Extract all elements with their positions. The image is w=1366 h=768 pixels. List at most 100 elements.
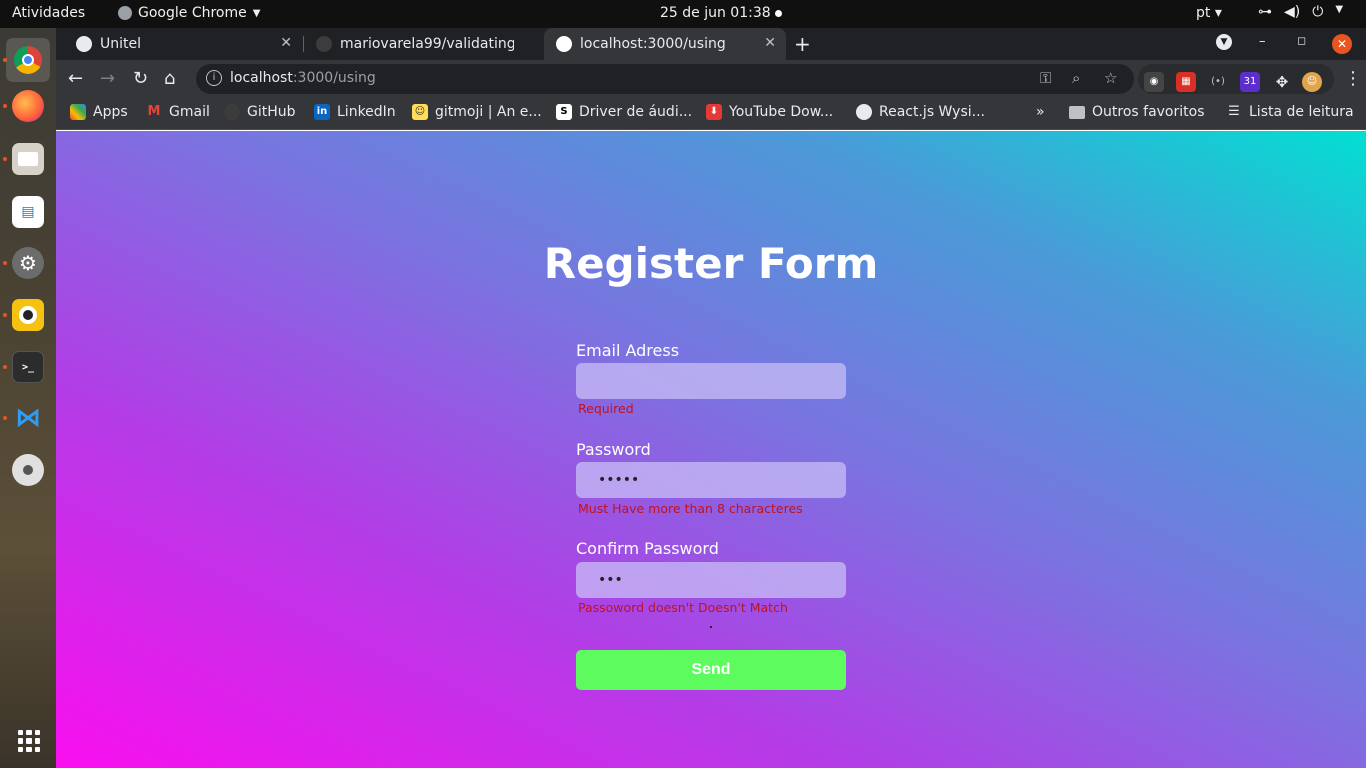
bookmark-label: Outros favoritos [1092, 104, 1205, 120]
extension-grid-icon[interactable]: ▦ [1176, 72, 1196, 92]
tab-strip: Unitel ✕ mariovarela99/validating localh… [56, 28, 1366, 60]
email-field[interactable] [576, 363, 846, 399]
app-name: Google Chrome [138, 5, 247, 21]
running-indicator [3, 157, 7, 161]
github-icon [224, 104, 240, 120]
app-menu[interactable]: Google Chrome ▼ [118, 5, 260, 21]
password-error: Must Have more than 8 characteres [578, 501, 803, 516]
bookmark-gitmoji[interactable]: ☺ gitmoji | An e... [412, 104, 542, 120]
bookmark-youtube-downloader[interactable]: ⬇ YouTube Dow... [706, 104, 833, 120]
maximize-icon[interactable]: ◻ [1297, 34, 1306, 47]
tab-search-icon[interactable]: ▼ [1216, 34, 1232, 50]
bookmarks-bar: Apps M Gmail GitHub in LinkedIn ☺ gitmoj… [56, 98, 1366, 130]
bookmark-github[interactable]: GitHub [224, 104, 296, 120]
confirm-password-field[interactable]: ••• [576, 562, 846, 598]
bookmark-label: gitmoji | An e... [435, 104, 542, 120]
bookmark-label: GitHub [247, 104, 296, 120]
apps-grid-icon [70, 104, 86, 120]
back-icon[interactable]: ← [68, 68, 83, 89]
gmail-icon: M [147, 104, 161, 119]
extensions-area: ◉ ▦ (•) 31 ✥ ☺ [1138, 64, 1334, 94]
bookmark-react-wysiwyg[interactable]: React.js Wysi... [856, 104, 985, 120]
extensions-puzzle-icon[interactable]: ✥ [1272, 72, 1292, 92]
reading-list-icon: ☰ [1228, 104, 1240, 119]
password-label: Password [576, 440, 651, 459]
new-tab-icon[interactable]: + [794, 32, 811, 56]
globe-icon [76, 36, 92, 52]
settings-dock-icon[interactable]: ⚙ [12, 247, 44, 279]
bookmark-label: LinkedIn [337, 104, 396, 120]
terminal-dock-icon[interactable]: >_ [12, 351, 44, 383]
dock: ▤ ⚙ >_ ⋈ [0, 28, 56, 768]
address-bar[interactable]: i localhost:3000/using ⚿ ⌕ ☆ [196, 64, 1134, 94]
power-icon: ⏻ [1312, 4, 1324, 20]
extension-spy-icon[interactable]: ◉ [1144, 72, 1164, 92]
rhythmbox-dock-icon[interactable] [12, 299, 44, 331]
files-dock-icon[interactable] [12, 143, 44, 175]
bookmark-label: Lista de leitura [1249, 104, 1354, 120]
minimize-icon[interactable]: – [1259, 34, 1266, 49]
tab-localhost[interactable]: localhost:3000/using ✕ [544, 28, 786, 60]
notification-dot-icon [775, 10, 782, 17]
globe-icon [856, 104, 872, 120]
home-icon[interactable]: ⌂ [164, 68, 175, 89]
bookmarks-overflow-button[interactable]: » [1036, 104, 1045, 120]
bookmark-driver[interactable]: S Driver de áudi... [556, 104, 692, 120]
chrome-dock-icon[interactable] [6, 38, 50, 82]
running-indicator [3, 104, 7, 108]
running-indicator [3, 58, 7, 62]
close-tab-icon[interactable]: ✕ [764, 35, 776, 51]
chevron-down-icon: ▼ [1335, 4, 1344, 15]
tab-github[interactable]: mariovarela99/validating [304, 28, 542, 60]
email-error: Required [578, 401, 634, 416]
disc-dock-icon[interactable] [12, 454, 44, 486]
extension-radio-icon[interactable]: (•) [1208, 72, 1228, 92]
reading-list-button[interactable]: ☰ Lista de leitura [1226, 104, 1354, 120]
linkedin-icon: in [314, 104, 330, 120]
close-tab-icon[interactable]: ✕ [280, 35, 292, 51]
bookmark-star-icon[interactable]: ☆ [1104, 69, 1117, 87]
bookmark-label: Apps [93, 104, 128, 120]
close-window-icon[interactable]: ✕ [1332, 34, 1352, 54]
zoom-icon[interactable]: ⌕ [1072, 69, 1080, 87]
firefox-dock-icon[interactable] [12, 90, 44, 122]
github-icon [316, 36, 332, 52]
tab-title: Unitel [100, 36, 142, 52]
vscode-dock-icon[interactable]: ⋈ [12, 402, 44, 434]
folder-icon [1069, 105, 1085, 119]
running-indicator [3, 416, 7, 420]
form-title: Register Form [543, 239, 879, 288]
site-info-icon[interactable]: i [206, 70, 222, 86]
reload-icon[interactable]: ↻ [133, 68, 148, 89]
page-content: Register Form Email Adress Required Pass… [56, 131, 1366, 768]
key-icon[interactable]: ⚿ [1040, 69, 1051, 87]
send-button[interactable]: Send [576, 650, 846, 690]
bookmark-label: YouTube Dow... [729, 104, 834, 120]
bookmark-gmail[interactable]: M Gmail [146, 104, 210, 120]
language-selector[interactable]: pt ▾ [1196, 5, 1222, 21]
download-icon: ⬇ [706, 104, 722, 120]
bookmark-apps[interactable]: Apps [70, 104, 128, 120]
writer-dock-icon[interactable]: ▤ [12, 196, 44, 228]
clock[interactable]: 25 de jun 01:38 [660, 5, 771, 21]
email-label: Email Adress [576, 341, 680, 360]
chrome-menu-icon[interactable]: ⋮ [1344, 68, 1362, 89]
activities-button[interactable]: Atividades [12, 5, 85, 21]
url-host: localhost [230, 70, 293, 86]
bookmark-label: React.js Wysi... [879, 104, 985, 120]
gitmoji-icon: ☺ [412, 104, 428, 120]
nextjs-icon [556, 36, 572, 52]
extension-calendar-icon[interactable]: 31 [1240, 72, 1260, 92]
network-icon: ⊶ [1258, 4, 1272, 20]
browser-toolbar: ← → ↻ ⌂ i localhost:3000/using ⚿ ⌕ ☆ ◉ ▦… [56, 60, 1366, 98]
tab-unitel[interactable]: Unitel ✕ [56, 28, 302, 60]
url-text[interactable]: localhost:3000/using [230, 70, 376, 86]
profile-avatar[interactable]: ☺ [1302, 72, 1322, 92]
password-field[interactable]: ••••• [576, 462, 846, 498]
system-tray[interactable]: ⊶ ◀) ⏻ ▼ [1258, 4, 1343, 20]
show-applications-icon[interactable] [18, 730, 40, 752]
s-icon: S [556, 104, 572, 120]
forward-icon[interactable]: → [100, 68, 115, 89]
bookmark-linkedin[interactable]: in LinkedIn [314, 104, 396, 120]
bookmark-other-folder[interactable]: Outros favoritos [1069, 104, 1205, 120]
